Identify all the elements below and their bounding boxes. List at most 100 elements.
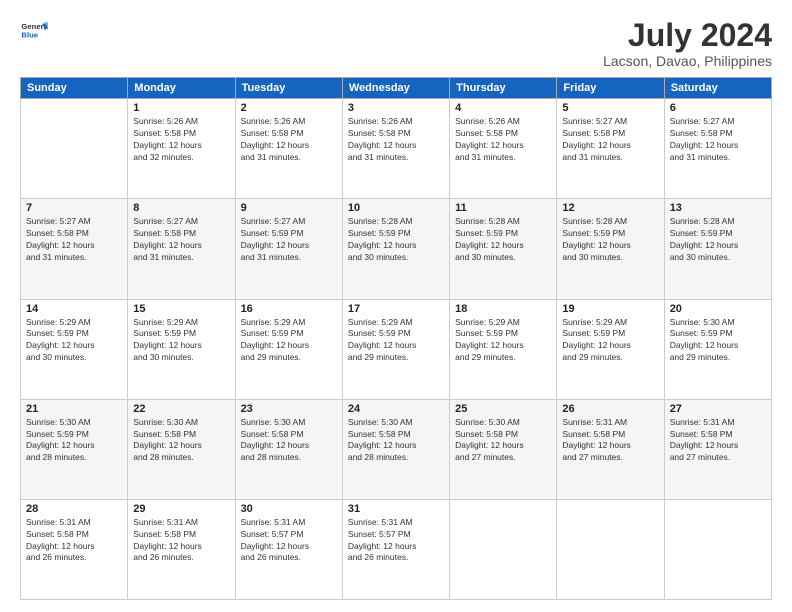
day-number: 7 — [26, 202, 122, 214]
weekday-header-cell: Sunday — [21, 78, 128, 99]
day-info: Sunrise: 5:30 AM Sunset: 5:58 PM Dayligh… — [455, 417, 551, 465]
calendar-day-cell: 1Sunrise: 5:26 AM Sunset: 5:58 PM Daylig… — [128, 99, 235, 199]
weekday-header-cell: Monday — [128, 78, 235, 99]
calendar-day-cell: 17 Sunrise: 5:29 AM Sunset: 5:59 PM Dayli… — [342, 299, 449, 399]
day-info: Sunrise: 5:31 AM Sunset: 5:58 PM Dayligh… — [670, 417, 766, 465]
calendar-day-cell: 28 Sunrise: 5:31 AM Sunset: 5:58 PM Dayli… — [21, 499, 128, 599]
day-info: Sunrise: 5:29 AM Sunset: 5:59 PM Dayligh… — [348, 317, 444, 365]
day-info: Sunrise: 5:27 AM Sunset: 5:59 PM Dayligh… — [241, 216, 337, 264]
calendar-day-cell: 19Sunrise: 5:29 AM Sunset: 5:59 PM Dayli… — [557, 299, 664, 399]
day-info: Sunrise: 5:30 AM Sunset: 5:58 PM Dayligh… — [133, 417, 229, 465]
svg-text:Blue: Blue — [21, 31, 38, 40]
calendar-day-cell: 10 Sunrise: 5:28 AM Sunset: 5:59 PM Dayli… — [342, 199, 449, 299]
calendar-day-cell: 11 Sunrise: 5:28 AM Sunset: 5:59 PM Dayli… — [450, 199, 557, 299]
calendar-day-cell: 16 Sunrise: 5:29 AM Sunset: 5:59 PM Dayli… — [235, 299, 342, 399]
calendar-day-cell: 22 Sunrise: 5:30 AM Sunset: 5:58 PM Dayli… — [128, 399, 235, 499]
day-info: Sunrise: 5:26 AM Sunset: 5:58 PM Dayligh… — [455, 116, 551, 164]
logo-icon: General Blue — [20, 18, 48, 46]
calendar-day-cell — [21, 99, 128, 199]
calendar-week-row: 1 Sunrise: 5:26 AM Sunset: 5:58 PM Daylig… — [21, 99, 772, 199]
day-number: 14 — [26, 303, 122, 315]
weekday-header-cell: Tuesday — [235, 78, 342, 99]
day-number: 24 — [348, 403, 444, 415]
calendar-day-cell: 24 Sunrise: 5:30 AM Sunset: 5:58 PM Dayli… — [342, 399, 449, 499]
weekday-header-cell: Wednesday — [342, 78, 449, 99]
day-number: 10 — [348, 202, 444, 214]
calendar-day-cell: 30Sunrise: 5:31 AM Sunset: 5:57 PM Dayli… — [235, 499, 342, 599]
day-number: 1 — [133, 102, 229, 114]
day-number: 16 — [241, 303, 337, 315]
day-info: Sunrise: 5:30 AM Sunset: 5:59 PM Dayligh… — [670, 317, 766, 365]
calendar-day-cell — [557, 499, 664, 599]
main-title: July 2024 — [603, 18, 772, 53]
calendar-day-cell: 12 Sunrise: 5:28 AM Sunset: 5:59 PM Dayli… — [557, 199, 664, 299]
header: General Blue July 2024 Lacson, Davao, Ph… — [20, 18, 772, 69]
day-info: Sunrise: 5:31 AM Sunset: 5:58 PM Dayligh… — [133, 517, 229, 565]
day-info: Sunrise: 5:28 AM Sunset: 5:59 PM Dayligh… — [562, 216, 658, 264]
day-number: 8 — [133, 202, 229, 214]
title-block: July 2024 Lacson, Davao, Philippines — [603, 18, 772, 69]
day-info: Sunrise: 5:29 AM Sunset: 5:59 PM Dayligh… — [241, 317, 337, 365]
day-number: 27 — [670, 403, 766, 415]
calendar-day-cell: 9 Sunrise: 5:27 AM Sunset: 5:59 PM Daylig… — [235, 199, 342, 299]
day-number: 28 — [26, 503, 122, 515]
day-number: 20 — [670, 303, 766, 315]
calendar-day-cell: 7Sunrise: 5:27 AM Sunset: 5:58 PM Daylig… — [21, 199, 128, 299]
calendar-day-cell: 18 Sunrise: 5:29 AM Sunset: 5:59 PM Dayli… — [450, 299, 557, 399]
day-info: Sunrise: 5:28 AM Sunset: 5:59 PM Dayligh… — [455, 216, 551, 264]
calendar-week-row: 7 Sunrise: 5:27 AM Sunset: 5:58 PM Daylig… — [21, 199, 772, 299]
day-info: Sunrise: 5:26 AM Sunset: 5:58 PM Dayligh… — [241, 116, 337, 164]
day-number: 30 — [241, 503, 337, 515]
weekday-header-cell: Thursday — [450, 78, 557, 99]
day-number: 6 — [670, 102, 766, 114]
day-info: Sunrise: 5:29 AM Sunset: 5:59 PM Dayligh… — [133, 317, 229, 365]
calendar-day-cell: 29 Sunrise: 5:31 AM Sunset: 5:58 PM Dayli… — [128, 499, 235, 599]
calendar-day-cell: 13Sunrise: 5:28 AM Sunset: 5:59 PM Dayli… — [664, 199, 771, 299]
calendar-day-cell: 14 Sunrise: 5:29 AM Sunset: 5:59 PM Dayli… — [21, 299, 128, 399]
subtitle: Lacson, Davao, Philippines — [603, 53, 772, 69]
day-number: 29 — [133, 503, 229, 515]
day-info: Sunrise: 5:31 AM Sunset: 5:58 PM Dayligh… — [562, 417, 658, 465]
day-info: Sunrise: 5:28 AM Sunset: 5:59 PM Dayligh… — [348, 216, 444, 264]
weekday-header-cell: Friday — [557, 78, 664, 99]
day-info: Sunrise: 5:31 AM Sunset: 5:58 PM Dayligh… — [26, 517, 122, 565]
day-info: Sunrise: 5:29 AM Sunset: 5:59 PM Dayligh… — [26, 317, 122, 365]
day-number: 21 — [26, 403, 122, 415]
day-info: Sunrise: 5:26 AM Sunset: 5:58 PM Dayligh… — [348, 116, 444, 164]
day-number: 4 — [455, 102, 551, 114]
day-info: Sunrise: 5:27 AM Sunset: 5:58 PM Dayligh… — [133, 216, 229, 264]
day-number: 31 — [348, 503, 444, 515]
day-info: Sunrise: 5:30 AM Sunset: 5:58 PM Dayligh… — [241, 417, 337, 465]
day-number: 3 — [348, 102, 444, 114]
day-number: 11 — [455, 202, 551, 214]
calendar-day-cell: 8 Sunrise: 5:27 AM Sunset: 5:58 PM Daylig… — [128, 199, 235, 299]
day-number: 9 — [241, 202, 337, 214]
day-number: 2 — [241, 102, 337, 114]
day-number: 26 — [562, 403, 658, 415]
day-info: Sunrise: 5:29 AM Sunset: 5:59 PM Dayligh… — [455, 317, 551, 365]
calendar-week-row: 21 Sunrise: 5:30 AM Sunset: 5:59 PM Dayli… — [21, 399, 772, 499]
weekday-header: SundayMondayTuesdayWednesdayThursdayFrid… — [21, 78, 772, 99]
day-number: 22 — [133, 403, 229, 415]
day-info: Sunrise: 5:30 AM Sunset: 5:59 PM Dayligh… — [26, 417, 122, 465]
calendar-day-cell: 21 Sunrise: 5:30 AM Sunset: 5:59 PM Dayli… — [21, 399, 128, 499]
calendar-day-cell — [450, 499, 557, 599]
day-number: 23 — [241, 403, 337, 415]
page: General Blue July 2024 Lacson, Davao, Ph… — [0, 0, 792, 612]
calendar-day-cell — [664, 499, 771, 599]
day-info: Sunrise: 5:28 AM Sunset: 5:59 PM Dayligh… — [670, 216, 766, 264]
day-number: 12 — [562, 202, 658, 214]
day-number: 17 — [348, 303, 444, 315]
calendar-week-row: 14 Sunrise: 5:29 AM Sunset: 5:59 PM Dayli… — [21, 299, 772, 399]
calendar-day-cell: 20 Sunrise: 5:30 AM Sunset: 5:59 PM Dayli… — [664, 299, 771, 399]
calendar-day-cell: 6 Sunrise: 5:27 AM Sunset: 5:58 PM Daylig… — [664, 99, 771, 199]
calendar-day-cell: 23 Sunrise: 5:30 AM Sunset: 5:58 PM Dayli… — [235, 399, 342, 499]
day-info: Sunrise: 5:27 AM Sunset: 5:58 PM Dayligh… — [670, 116, 766, 164]
day-info: Sunrise: 5:30 AM Sunset: 5:58 PM Dayligh… — [348, 417, 444, 465]
day-info: Sunrise: 5:27 AM Sunset: 5:58 PM Dayligh… — [562, 116, 658, 164]
calendar-day-cell: 5Sunrise: 5:27 AM Sunset: 5:58 PM Daylig… — [557, 99, 664, 199]
day-info: Sunrise: 5:29 AM Sunset: 5:59 PM Dayligh… — [562, 317, 658, 365]
calendar-day-cell: 2 Sunrise: 5:26 AM Sunset: 5:58 PM Daylig… — [235, 99, 342, 199]
calendar-day-cell: 4 Sunrise: 5:26 AM Sunset: 5:58 PM Daylig… — [450, 99, 557, 199]
day-number: 18 — [455, 303, 551, 315]
